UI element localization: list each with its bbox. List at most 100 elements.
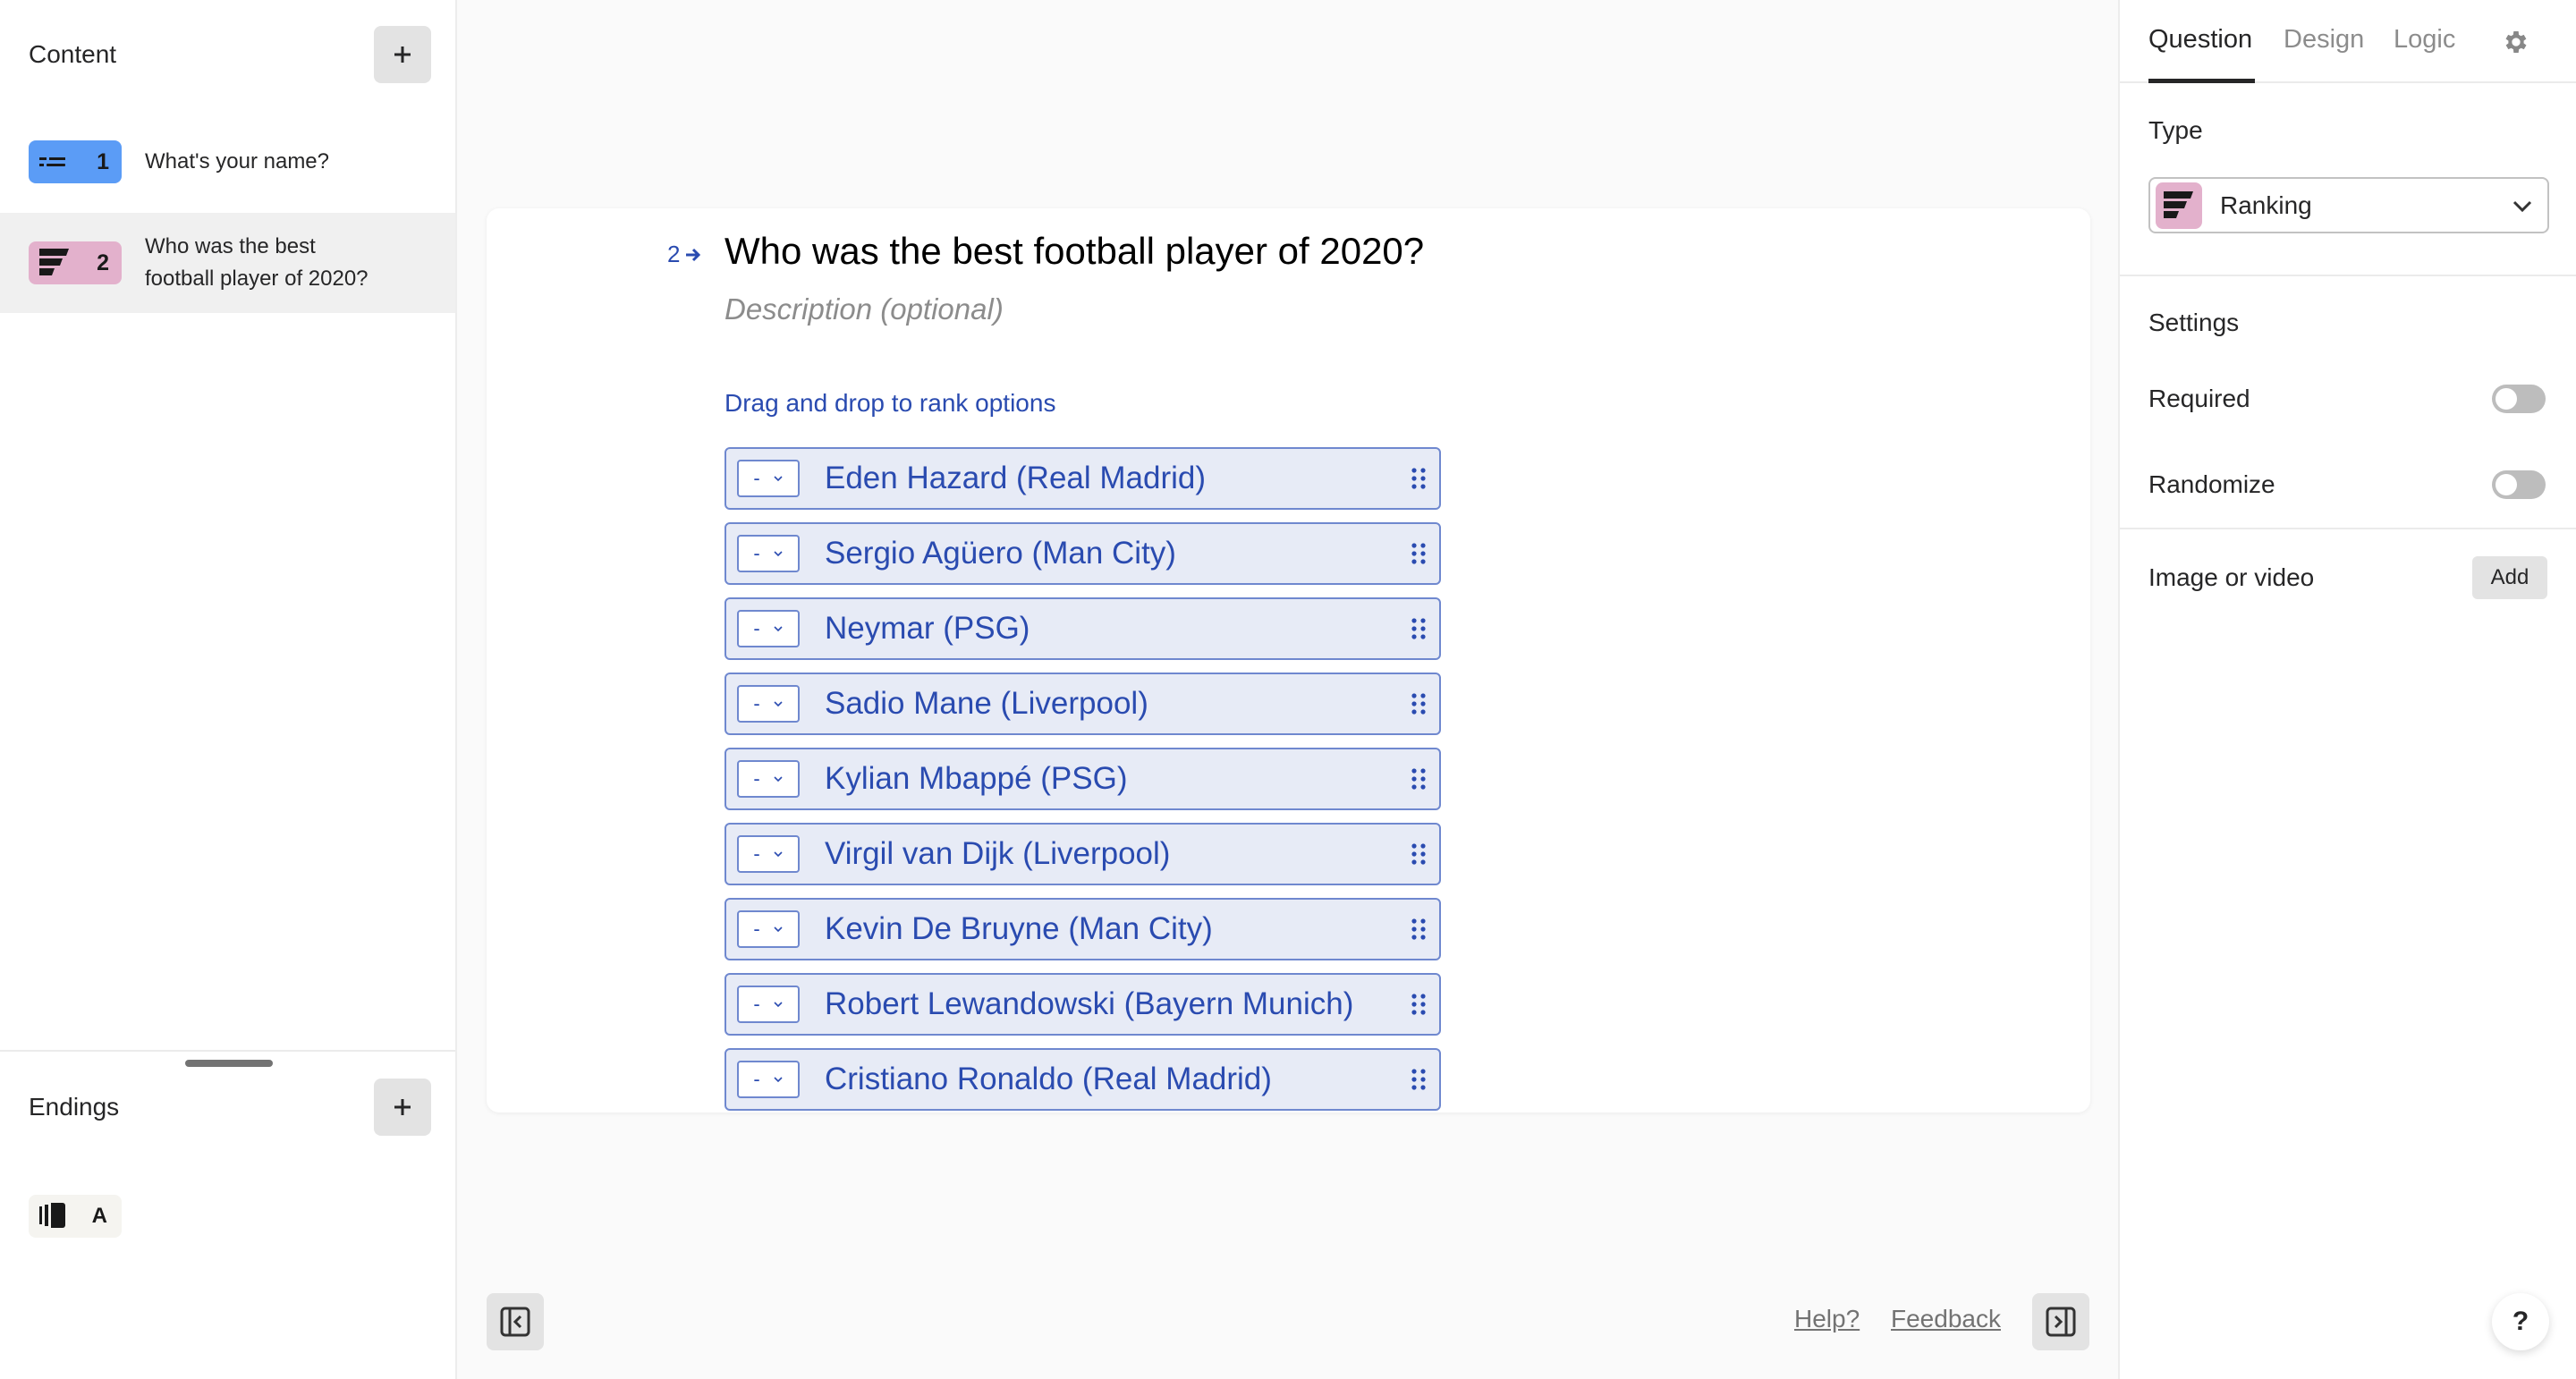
plus-icon (394, 1099, 411, 1115)
option-label: Virgil van Dijk (Liverpool) (825, 836, 1171, 871)
question-canvas: 2 Who was the best football player of 20… (487, 208, 2090, 1113)
question-type-select[interactable]: Ranking (2148, 177, 2549, 233)
active-tab-indicator (2148, 79, 2255, 83)
rank-select[interactable]: - (737, 610, 800, 647)
chevron-down-icon (774, 551, 783, 557)
chevron-down-icon (774, 1077, 783, 1083)
resize-handle[interactable] (185, 1060, 273, 1067)
question-label-line: Who was the best (145, 234, 316, 258)
add-media-button[interactable]: Add (2472, 556, 2547, 599)
ranking-option[interactable]: - Eden Hazard (Real Madrid) (724, 447, 1441, 510)
rank-select[interactable]: - (737, 910, 800, 948)
rank-select[interactable]: - (737, 460, 800, 497)
question-title-input[interactable]: Who was the best football player of 2020… (724, 230, 1424, 273)
section-divider (0, 1050, 455, 1052)
option-label: Sergio Agüero (Man City) (825, 536, 1176, 571)
option-label: Cristiano Ronaldo (Real Madrid) (825, 1062, 1272, 1096)
question-badge: 1 (29, 140, 122, 183)
rank-select[interactable]: - (737, 760, 800, 798)
description-input[interactable]: Description (optional) (724, 292, 1004, 326)
drag-handle-icon[interactable] (1411, 842, 1427, 867)
option-label: Eden Hazard (Real Madrid) (825, 461, 1207, 495)
rank-value: - (753, 542, 760, 564)
tab-design[interactable]: Design (2284, 25, 2364, 55)
gear-icon[interactable] (2502, 28, 2530, 56)
drag-handle-icon[interactable] (1411, 691, 1427, 716)
drag-handle-icon[interactable] (1411, 766, 1427, 791)
rank-value: - (753, 617, 760, 639)
help-button[interactable]: ? (2492, 1293, 2549, 1350)
chevron-down-icon (774, 701, 783, 707)
chevron-down-icon (774, 1002, 783, 1008)
content-sidebar: Content 1 What's your name? 2 Who was th… (0, 0, 457, 1379)
tab-question[interactable]: Question (2148, 25, 2252, 55)
rank-value: - (753, 918, 760, 940)
drag-handle-icon[interactable] (1411, 1067, 1427, 1092)
rank-select[interactable]: - (737, 986, 800, 1023)
plus-icon (394, 47, 411, 63)
collapse-right-panel-button[interactable] (2032, 1293, 2089, 1350)
endings-title: Endings (29, 1093, 120, 1121)
option-label: Neymar (PSG) (825, 611, 1030, 646)
question-badge: 2 (29, 241, 122, 284)
question-item-2[interactable]: 2 Who was the best football player of 20… (0, 213, 455, 313)
content-title: Content (29, 40, 117, 68)
question-number-indicator: 2 (667, 241, 703, 268)
add-question-button[interactable] (374, 26, 431, 83)
add-ending-button[interactable] (374, 1079, 431, 1136)
rank-value: - (753, 767, 760, 790)
feedback-link[interactable]: Feedback (1891, 1305, 2001, 1333)
rank-select[interactable]: - (737, 835, 800, 873)
drag-handle-icon[interactable] (1411, 992, 1427, 1017)
chevron-down-icon (774, 626, 783, 632)
option-label: Kylian Mbappé (PSG) (825, 761, 1128, 796)
rank-value: - (753, 993, 760, 1015)
question-label-line: football player of 2020? (145, 266, 369, 291)
rank-value: - (753, 692, 760, 715)
drag-handle-icon[interactable] (1411, 541, 1427, 566)
ranking-option[interactable]: - Kevin De Bruyne (Man City) (724, 898, 1441, 960)
help-link[interactable]: Help? (1794, 1305, 1860, 1333)
randomize-toggle[interactable] (2492, 470, 2546, 499)
sidebar-collapse-right-icon (2046, 1307, 2076, 1337)
ranking-option[interactable]: - Sergio Agüero (Man City) (724, 522, 1441, 585)
question-number: 2 (667, 241, 681, 267)
question-label: Who was the best football player of 2020… (145, 231, 369, 295)
randomize-label: Randomize (2148, 470, 2275, 498)
properties-panel: Question Design Logic Type Ranking Setti… (2118, 0, 2576, 1379)
type-value: Ranking (2220, 190, 2312, 219)
drag-handle-icon[interactable] (1411, 616, 1427, 641)
endings-header: Endings (29, 1079, 431, 1136)
ranking-option[interactable]: - Neymar (PSG) (724, 597, 1441, 660)
collapse-left-panel-button[interactable] (487, 1293, 544, 1350)
rank-select[interactable]: - (737, 685, 800, 723)
ranking-option[interactable]: - Kylian Mbappé (PSG) (724, 748, 1441, 810)
option-label: Robert Lewandowski (Bayern Munich) (825, 986, 1354, 1021)
question-number: 2 (97, 250, 109, 275)
rank-select[interactable]: - (737, 535, 800, 572)
rank-select[interactable]: - (737, 1061, 800, 1098)
required-toggle[interactable] (2492, 385, 2546, 413)
ranking-option[interactable]: - Sadio Mane (Liverpool) (724, 673, 1441, 735)
chevron-down-icon (774, 926, 783, 933)
ending-letter: A (91, 1204, 107, 1228)
ranking-option[interactable]: - Virgil van Dijk (Liverpool) (724, 823, 1441, 885)
question-number: 1 (97, 148, 109, 174)
content-header: Content (29, 26, 431, 83)
short-text-icon (39, 157, 65, 166)
option-label: Sadio Mane (Liverpool) (825, 686, 1148, 721)
chevron-down-icon (2512, 200, 2532, 212)
question-label: What's your name? (145, 149, 330, 173)
drag-handle-icon[interactable] (1411, 466, 1427, 491)
settings-heading: Settings (2148, 309, 2240, 336)
chevron-down-icon (774, 776, 783, 783)
question-item-1[interactable]: 1 What's your name? (0, 134, 455, 190)
ranking-option[interactable]: - Cristiano Ronaldo (Real Madrid) (724, 1048, 1441, 1111)
drag-handle-icon[interactable] (1411, 917, 1427, 942)
ending-item-a[interactable]: A (29, 1195, 122, 1238)
tab-logic[interactable]: Logic (2394, 25, 2455, 55)
ending-icon (39, 1203, 65, 1228)
rank-value: - (753, 467, 760, 489)
ranking-option[interactable]: - Robert Lewandowski (Bayern Munich) (724, 973, 1441, 1036)
media-label: Image or video (2148, 563, 2315, 591)
